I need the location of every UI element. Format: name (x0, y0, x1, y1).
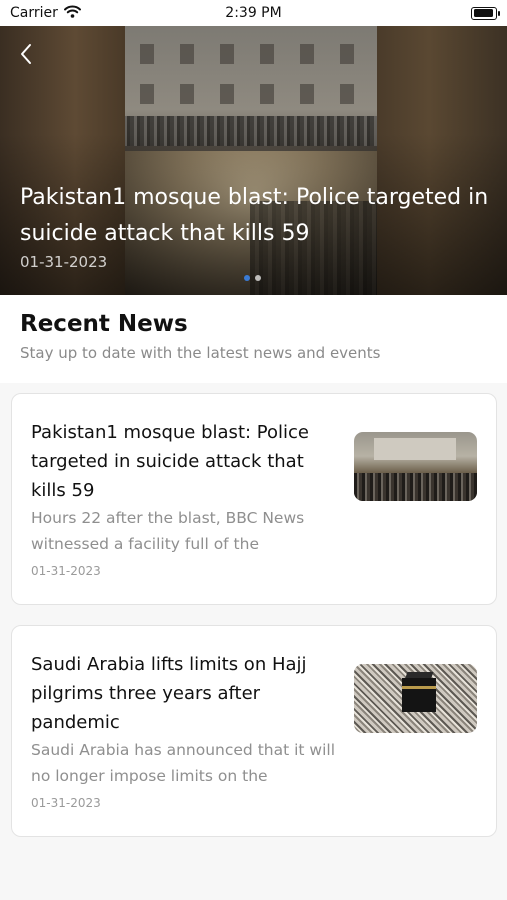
news-card[interactable]: Saudi Arabia lifts limits on Hajj pilgri… (11, 625, 497, 837)
news-card-thumbnail[interactable] (354, 432, 477, 501)
news-card-excerpt: Saudi Arabia has announced that it will … (31, 741, 336, 785)
pager-dot-active[interactable] (244, 275, 250, 281)
news-card-date: 01-31-2023 (31, 564, 101, 578)
news-card-date: 01-31-2023 (31, 796, 101, 810)
carrier-label: Carrier (10, 5, 58, 21)
back-button[interactable] (12, 42, 40, 70)
wifi-icon (63, 5, 81, 22)
news-card-thumbnail[interactable] (354, 664, 477, 733)
hero-carousel[interactable]: Pakistan1 mosque blast: Police targeted … (0, 26, 507, 295)
battery-icon (471, 6, 500, 20)
carousel-pager[interactable] (244, 275, 261, 281)
section-title: Recent News (20, 311, 188, 337)
hero-date: 01-31-2023 (20, 253, 108, 271)
chevron-left-icon (19, 43, 33, 69)
status-bar: Carrier 2:39 PM (0, 0, 507, 26)
section-subtitle: Stay up to date with the latest news and… (20, 344, 381, 362)
news-card-title[interactable]: Pakistan1 mosque blast: Police targeted … (31, 418, 341, 505)
news-card[interactable]: Pakistan1 mosque blast: Police targeted … (11, 393, 497, 605)
status-left: Carrier (10, 5, 81, 22)
news-card-title[interactable]: Saudi Arabia lifts limits on Hajj pilgri… (31, 650, 341, 737)
news-card-excerpt: Hours 22 after the blast, BBC News witne… (31, 509, 305, 553)
recent-news-header: Recent News Stay up to date with the lat… (0, 295, 507, 383)
pager-dot[interactable] (255, 275, 261, 281)
hero-headline[interactable]: Pakistan1 mosque blast: Police targeted … (20, 180, 490, 252)
